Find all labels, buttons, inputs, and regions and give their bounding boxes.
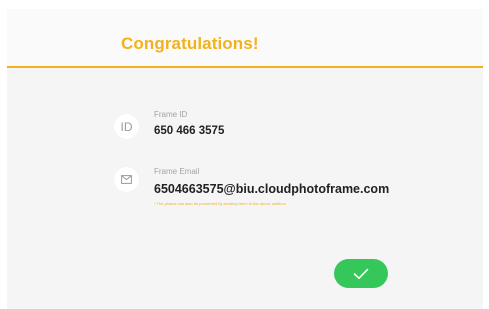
envelope-icon [121, 175, 132, 184]
header-bar: Congratulations! [7, 9, 483, 68]
mail-icon [114, 167, 139, 192]
email-hint-note: * The photos can also be presented by se… [154, 201, 287, 206]
id-icon: ID [114, 114, 139, 139]
page-title: Congratulations! [121, 34, 259, 53]
checkmark-icon [353, 268, 369, 279]
frame-email-label: Frame Email [154, 167, 200, 176]
frame-id-value: 650 466 3575 [154, 125, 225, 137]
frame-email-value: 6504663575@biu.cloudphotoframe.com [154, 182, 390, 196]
frame-id-label: Frame ID [154, 110, 188, 119]
confirm-button[interactable] [334, 259, 388, 288]
setup-complete-screen: Congratulations! ID Frame ID 650 466 357… [7, 9, 483, 309]
